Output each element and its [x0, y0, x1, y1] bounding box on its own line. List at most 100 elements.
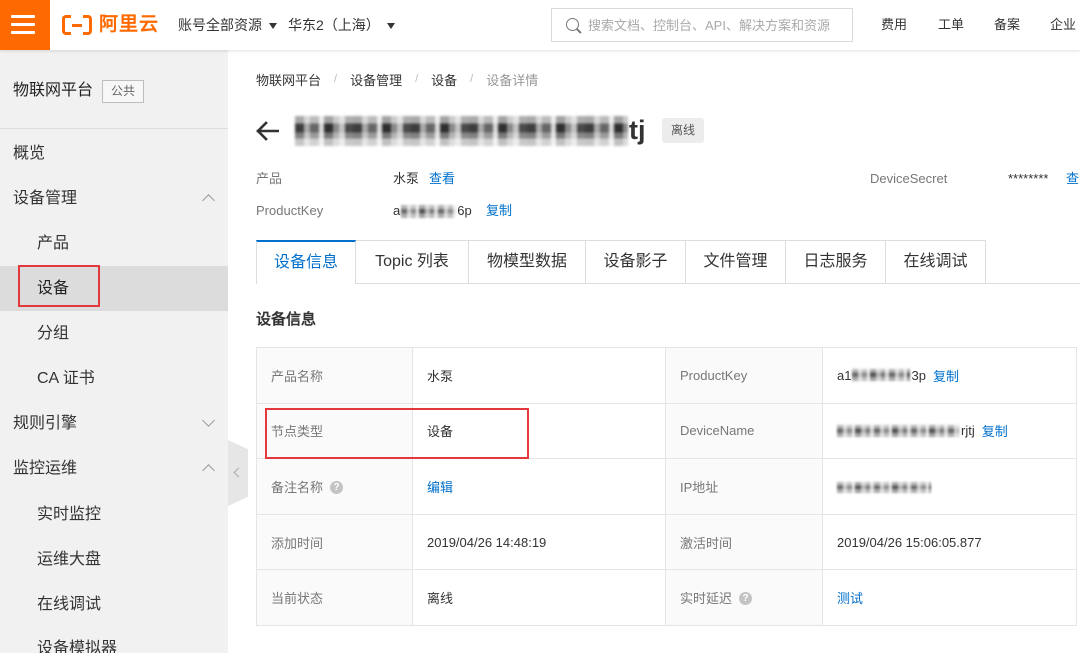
product-value: 水泵	[393, 171, 420, 186]
sidebar-item-ops-dashboard[interactable]: 运维大盘	[0, 537, 228, 582]
product-label: 产品	[256, 171, 283, 186]
breadcrumb: 物联网平台 设备管理 设备 设备详情	[256, 70, 538, 88]
sidebar-group-device-management[interactable]: 设备管理	[0, 176, 228, 221]
logo-right-bracket	[83, 15, 92, 35]
nav-enterprise[interactable]: 企业	[1050, 0, 1076, 50]
instance-badge[interactable]: 公共	[102, 80, 144, 103]
copy-productkey-link[interactable]: 复制	[933, 366, 959, 385]
copy-devicename-link[interactable]: 复制	[982, 421, 1008, 440]
sidebar-item-label: 在线调试	[37, 595, 102, 613]
ip-address-cell	[822, 458, 1077, 515]
tab-device-shadow[interactable]: 设备影子	[586, 240, 686, 283]
nav-icp-filing[interactable]: 备案	[994, 0, 1020, 50]
tab-label: 设备影子	[603, 253, 668, 270]
back-arrow-icon[interactable]	[255, 121, 279, 141]
productkey-value: a 6p	[393, 202, 472, 220]
activated-time-label: 激活时间	[665, 513, 823, 571]
global-search-box[interactable]	[551, 8, 853, 42]
search-icon[interactable]	[566, 18, 579, 31]
realtime-latency-label: 实时延迟	[680, 591, 733, 607]
logo-dash	[72, 24, 82, 27]
redacted-mosaic	[295, 116, 628, 146]
breadcrumb-device-detail: 设备详情	[486, 72, 539, 88]
sidebar-collapse-handle[interactable]	[228, 440, 248, 506]
tab-topic-list[interactable]: Topic 列表	[356, 240, 469, 283]
created-time-label: 添加时间	[256, 513, 413, 571]
breadcrumb-iot-platform[interactable]: 物联网平台	[256, 70, 321, 89]
hamburger-icon	[11, 15, 35, 18]
help-icon[interactable]	[330, 480, 344, 494]
chevron-up-icon	[202, 463, 215, 477]
chevron-down-icon	[202, 413, 215, 427]
search-input[interactable]	[588, 9, 850, 41]
region-label: 华东2（上海）	[288, 17, 380, 33]
redacted-mosaic	[837, 424, 959, 437]
view-secret-link[interactable]: 查	[1066, 170, 1079, 188]
sidebar-item-group[interactable]: 分组	[0, 311, 228, 356]
devicename-label: DeviceName	[665, 402, 823, 460]
edit-remark-link[interactable]: 编辑	[427, 480, 453, 495]
devicename-suffix: rjtj	[961, 423, 975, 439]
current-status-label: 当前状态	[256, 569, 413, 626]
sidebar-item-label: 概览	[13, 144, 46, 162]
sidebar-group-monitoring-ops[interactable]: 监控运维	[0, 446, 228, 491]
aliyun-logo-icon[interactable]	[62, 15, 92, 35]
sidebar-item-overview[interactable]: 概览	[0, 131, 228, 176]
productkey-prefix: a	[393, 203, 401, 218]
sidebar-item-label: 分组	[37, 324, 70, 342]
view-product-link[interactable]: 查看	[429, 170, 455, 188]
activated-time-value: 2019/04/26 15:06:05.877	[822, 513, 1077, 571]
nav-tickets[interactable]: 工单	[938, 0, 964, 50]
tab-online-debug[interactable]: 在线调试	[886, 240, 986, 283]
chevron-left-icon	[233, 467, 244, 478]
product-name-value: 水泵	[412, 347, 666, 404]
productkey-cell: a1 3p 复制	[822, 347, 1077, 404]
tab-label: 设备信息	[273, 254, 338, 271]
account-scope-dropdown[interactable]: 账号全部资源	[178, 0, 277, 50]
chevron-down-icon	[269, 23, 277, 30]
sidebar-item-device-simulator[interactable]: 设备模拟器	[0, 626, 228, 653]
help-icon[interactable]	[739, 592, 753, 606]
copy-productkey-link[interactable]: 复制	[486, 202, 512, 220]
ip-address-label: IP地址	[665, 458, 823, 515]
current-status-value: 离线	[412, 569, 666, 626]
product-name-label: 产品名称	[256, 347, 413, 404]
top-navigation-bar: 阿里云 账号全部资源 华东2（上海） 费用 工单 备案 企业	[0, 0, 1080, 50]
breadcrumb-device[interactable]: 设备	[431, 70, 457, 89]
productkey-label: ProductKey	[256, 203, 324, 218]
devicename-cell: rjtj 复制	[822, 402, 1077, 460]
tab-thing-model-data[interactable]: 物模型数据	[469, 240, 586, 283]
tab-file-management[interactable]: 文件管理	[686, 240, 786, 283]
tab-label: 在线调试	[903, 253, 968, 270]
sidebar: 物联网平台 公共 概览 设备管理 产品 设备 分组 CA 证书 规则引擎 监控运…	[0, 50, 228, 653]
table-row: 产品名称 水泵 ProductKey a1 3p 复制	[256, 347, 1077, 404]
remark-name-cell: 编辑	[412, 458, 666, 515]
sidebar-item-label: 产品	[37, 234, 70, 252]
productkey-prefix: a1	[837, 367, 852, 383]
tabs-baseline	[256, 283, 1080, 284]
sidebar-item-product[interactable]: 产品	[0, 221, 228, 266]
device-secret-label: DeviceSecret	[870, 171, 948, 186]
sidebar-item-ca-certificate[interactable]: CA 证书	[0, 356, 228, 401]
sidebar-group-rule-engine[interactable]: 规则引擎	[0, 401, 228, 446]
breadcrumb-separator	[470, 73, 473, 85]
tab-log-service[interactable]: 日志服务	[786, 240, 886, 283]
hamburger-menu-button[interactable]	[0, 0, 50, 50]
logo-text[interactable]: 阿里云	[99, 11, 159, 39]
tab-label: Topic 列表	[375, 253, 449, 270]
sidebar-item-online-debug[interactable]: 在线调试	[0, 582, 228, 627]
sidebar-item-label: 运维大盘	[37, 550, 102, 568]
tab-label: 日志服务	[803, 253, 868, 270]
status-badge: 离线	[662, 118, 704, 143]
highlight-box-sidebar-device	[18, 265, 100, 307]
region-dropdown[interactable]: 华东2（上海）	[288, 0, 395, 50]
breadcrumb-device-management[interactable]: 设备管理	[350, 70, 402, 89]
nav-billing[interactable]: 费用	[881, 0, 907, 50]
sidebar-item-label: 监控运维	[13, 459, 78, 477]
account-scope-label: 账号全部资源	[178, 17, 262, 33]
sidebar-item-realtime-monitor[interactable]: 实时监控	[0, 492, 228, 537]
tab-device-info[interactable]: 设备信息	[256, 240, 356, 284]
device-info-table: 产品名称 水泵 ProductKey a1 3p 复制 节点类型 设备 Devi…	[256, 347, 1077, 626]
productkey-suffix: 3p	[911, 367, 926, 383]
test-latency-link[interactable]: 测试	[837, 591, 863, 606]
